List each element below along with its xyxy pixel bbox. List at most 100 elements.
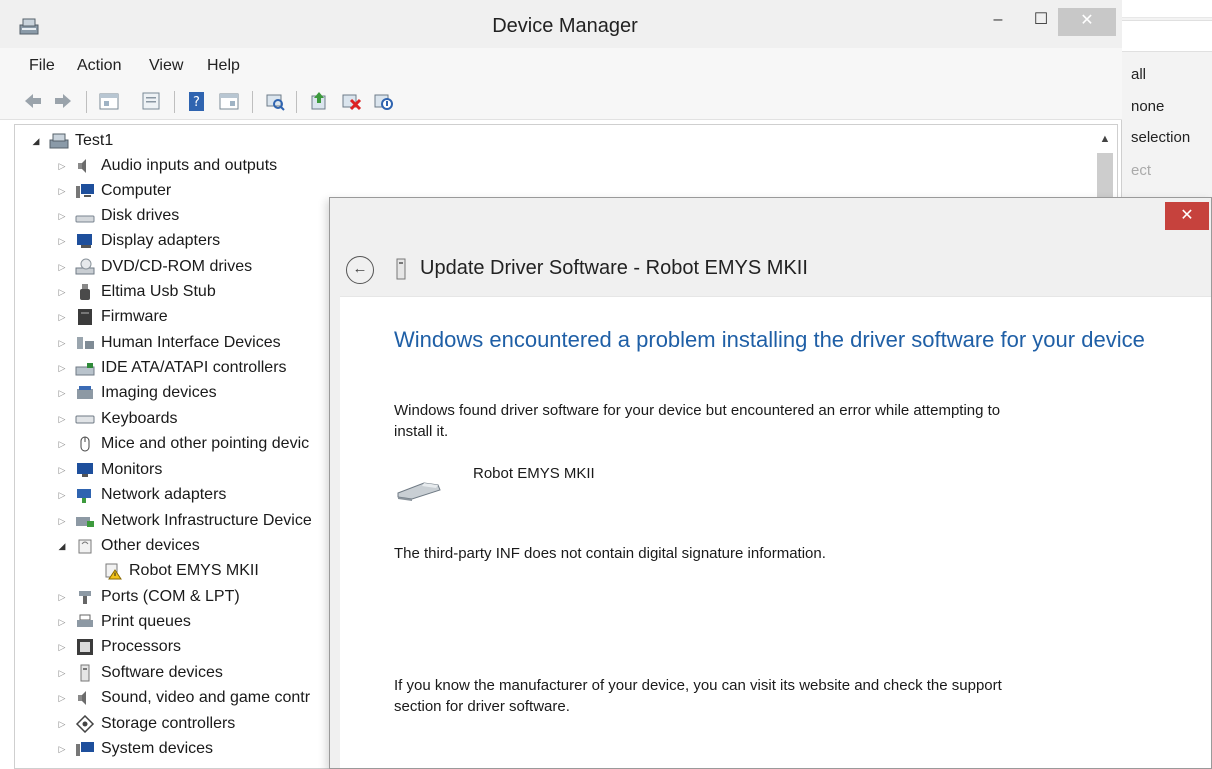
collapse-arrow-icon[interactable]: ◢ (55, 541, 69, 552)
expand-arrow-icon[interactable]: ▷ (55, 642, 69, 653)
expand-arrow-icon[interactable]: ▷ (55, 719, 69, 730)
system-device-icon (76, 742, 94, 756)
scroll-up-button[interactable]: ▲ (1097, 133, 1113, 147)
scrollbar-thumb[interactable] (1097, 153, 1113, 199)
toolbar-separator (296, 91, 297, 113)
storage-controller-icon (75, 715, 95, 733)
tree-item-ports[interactable]: ▷ Ports (COM & LPT) (55, 585, 240, 609)
warning-device-icon (105, 563, 122, 580)
select-none-item[interactable]: none (1131, 98, 1164, 115)
tree-item-display-adapters[interactable]: ▷ Display adapters (55, 229, 221, 253)
collapse-arrow-icon[interactable]: ◢ (29, 136, 43, 147)
expand-arrow-icon[interactable]: ▷ (55, 693, 69, 704)
network-adapter-icon (77, 489, 91, 503)
tree-item-computer[interactable]: ▷ Computer (55, 179, 172, 203)
port-icon (79, 591, 91, 604)
tree-item-audio[interactable]: ▷ Audio inputs and outputs (55, 154, 278, 178)
dialog-close-button[interactable]: ✕ (1165, 202, 1209, 230)
tree-item-robot-emys[interactable]: Robot EMYS MKII (103, 559, 259, 583)
computer-icon (76, 184, 94, 198)
processor-icon (77, 639, 93, 655)
tree-item-label: Monitors (101, 461, 163, 478)
properties-icon[interactable] (98, 90, 120, 112)
select-all-item[interactable]: all (1131, 66, 1146, 83)
keyboard-icon (75, 415, 95, 424)
tree-item-label: Network Infrastructure Device (101, 512, 312, 529)
dialog-title: Update Driver Software - Robot EMYS MKII (420, 257, 808, 279)
tree-item-network-adapters[interactable]: ▷ Network adapters (55, 483, 226, 507)
menu-view[interactable]: View (149, 57, 183, 75)
console-tree-icon[interactable] (218, 90, 240, 112)
expand-arrow-icon[interactable]: ▷ (55, 211, 69, 222)
expand-arrow-icon[interactable]: ▷ (55, 516, 69, 527)
tree-item-sound[interactable]: ▷ Sound, video and game contr (55, 686, 311, 710)
tree-item-label: DVD/CD-ROM drives (101, 258, 253, 275)
help-icon[interactable]: ? (186, 90, 208, 112)
expand-arrow-icon[interactable]: ▷ (55, 668, 69, 679)
tree-item-network-infrastructure[interactable]: ▷ Network Infrastructure Device (55, 509, 312, 533)
tree-item-other-devices[interactable]: ◢ Other devices (55, 534, 200, 558)
tree-item-label: Software devices (101, 664, 223, 681)
expand-arrow-icon[interactable]: ▷ (55, 338, 69, 349)
show-hidden-icon[interactable] (140, 90, 162, 112)
minimize-button[interactable]: – (982, 8, 1014, 36)
expand-arrow-icon[interactable]: ▷ (55, 414, 69, 425)
disable-icon[interactable] (372, 90, 394, 112)
expand-arrow-icon[interactable]: ▷ (55, 465, 69, 476)
menu-action[interactable]: Action (77, 57, 121, 75)
expand-arrow-icon[interactable]: ▷ (55, 439, 69, 450)
back-button[interactable]: ← (346, 256, 374, 284)
expand-arrow-icon[interactable]: ▷ (55, 363, 69, 374)
tree-item-ide[interactable]: ▷ IDE ATA/ATAPI controllers (55, 356, 287, 380)
tree-item-processors[interactable]: ▷ Processors (55, 635, 181, 659)
firmware-icon (78, 309, 92, 325)
close-button[interactable]: ✕ (1058, 8, 1116, 36)
expand-arrow-icon[interactable]: ▷ (55, 617, 69, 628)
tree-item-label: Processors (101, 638, 182, 655)
hid-icon (77, 337, 94, 349)
tree-item-print-queues[interactable]: ▷ Print queues (55, 610, 191, 634)
select-item: ect (1131, 162, 1152, 179)
expand-arrow-icon[interactable]: ▷ (55, 236, 69, 247)
tree-item-label: Other devices (101, 537, 200, 554)
menu-file[interactable]: File (29, 57, 55, 75)
tree-item-system-devices[interactable]: ▷ System devices (55, 737, 214, 761)
expand-arrow-icon[interactable]: ▷ (55, 312, 69, 323)
expand-arrow-icon[interactable]: ▷ (55, 262, 69, 273)
toolbar: ? (0, 82, 1122, 120)
expand-arrow-icon[interactable]: ▷ (55, 388, 69, 399)
forward-icon[interactable] (52, 90, 74, 112)
expand-arrow-icon[interactable]: ▷ (55, 744, 69, 755)
tree-item-mice[interactable]: ▷ Mice and other pointing devic (55, 432, 310, 456)
invert-selection-item[interactable]: selection (1131, 129, 1190, 146)
scan-hardware-icon[interactable] (264, 90, 286, 112)
device-icon (396, 258, 406, 280)
tree-item-keyboards[interactable]: ▷ Keyboards (55, 407, 178, 431)
tree-item-software-devices[interactable]: ▷ Software devices (55, 661, 223, 685)
uninstall-icon[interactable] (340, 90, 362, 112)
tree-item-hid[interactable]: ▷ Human Interface Devices (55, 331, 281, 355)
tree-item-imaging[interactable]: ▷ Imaging devices (55, 381, 217, 405)
tree-item-dvd[interactable]: ▷ DVD/CD-ROM drives (55, 255, 253, 279)
tree-item-storage-controllers[interactable]: ▷ Storage controllers (55, 712, 235, 736)
maximize-button[interactable]: ☐ (1024, 8, 1058, 36)
update-driver-icon[interactable] (308, 90, 330, 112)
expand-arrow-icon[interactable]: ▷ (55, 287, 69, 298)
tree-root[interactable]: ◢ Test1 (29, 129, 114, 153)
expand-arrow-icon[interactable]: ▷ (55, 490, 69, 501)
toolbar-separator (174, 91, 175, 113)
tree-item-label: Network adapters (101, 486, 227, 503)
tree-item-disk-drives[interactable]: ▷ Disk drives (55, 204, 180, 228)
tree-item-label: Display adapters (101, 232, 221, 249)
menu-help[interactable]: Help (207, 57, 240, 75)
expand-arrow-icon[interactable]: ▷ (55, 592, 69, 603)
printer-icon (77, 614, 93, 627)
footer-line-1: If you know the manufacturer of your dev… (394, 677, 1002, 694)
tree-item-eltima[interactable]: ▷ Eltima Usb Stub (55, 280, 216, 304)
back-icon[interactable] (22, 90, 44, 112)
tree-item-monitors[interactable]: ▷ Monitors (55, 458, 163, 482)
expand-arrow-icon[interactable]: ▷ (55, 186, 69, 197)
tree-item-firmware[interactable]: ▷ Firmware (55, 305, 168, 329)
expand-arrow-icon[interactable]: ▷ (55, 161, 69, 172)
error-detail: The third-party INF does not contain dig… (394, 545, 826, 562)
